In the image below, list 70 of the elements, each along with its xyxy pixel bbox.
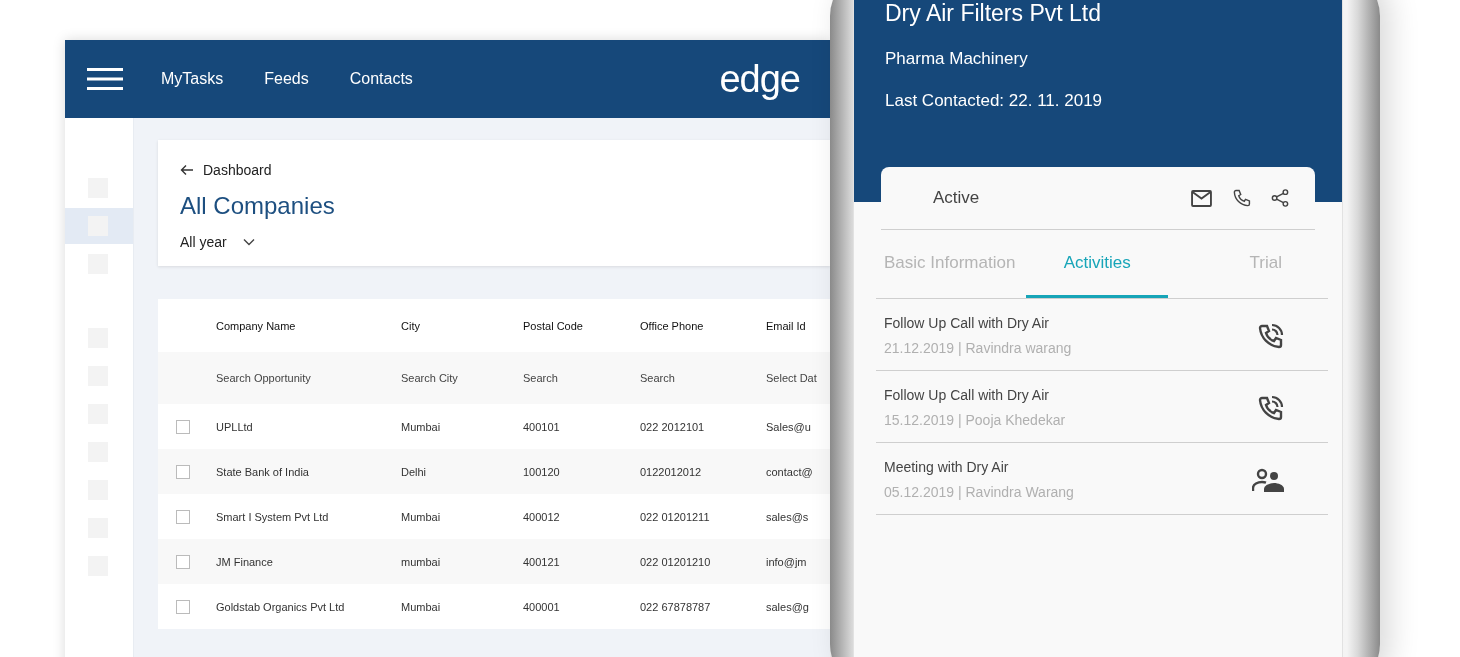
mail-icon[interactable] <box>1191 189 1212 207</box>
phone-icon[interactable] <box>1232 188 1251 208</box>
table-cell-text: JM Finance <box>216 555 274 568</box>
nav-link[interactable]: Contacts <box>349 70 413 88</box>
row-checkbox[interactable] <box>176 509 190 524</box>
back-arrow-icon[interactable] <box>180 164 194 176</box>
logo: edge <box>719 57 800 101</box>
column-header: City <box>401 319 421 332</box>
table-cell-text: 400001 <box>523 600 561 613</box>
table-cell-text: sales@g <box>766 600 810 613</box>
row-checkbox[interactable] <box>176 554 190 569</box>
table-cell-text: 0122012012 <box>640 465 703 478</box>
column-header: Postal Code <box>523 319 584 332</box>
chevron-down-icon <box>242 238 255 246</box>
activity-item[interactable]: Follow Up Call with Dry Air 15.12.2019 | Pooja Khedekar <box>876 371 1328 443</box>
filter-input[interactable]: Search <box>523 372 640 384</box>
table-cell-text: Smart I System Pvt Ltd <box>216 510 330 523</box>
filter-input[interactable]: Search Opportunity <box>216 372 401 384</box>
table-cell-text: Mumbai <box>401 600 442 613</box>
status-text: Active <box>933 188 980 208</box>
last-contacted-text: Last Contacted: 22. 11. 2019 <box>885 91 1104 111</box>
activity-item[interactable]: Meeting with Dry Air 05.12.2019 | Ravindra Warang <box>876 443 1328 515</box>
filter-input[interactable]: Select Dat <box>766 372 830 384</box>
activity-meta: 05.12.2019 | Ravindra Warang <box>884 484 1074 500</box>
filter-input[interactable]: Search City <box>401 372 523 384</box>
table-cell-text: sales@s <box>766 510 810 523</box>
activity-title: Follow Up Call with Dry Air <box>884 387 1050 403</box>
activity-item[interactable]: Follow Up Call with Dry Air 21.12.2019 | Ravindra warang <box>876 299 1328 371</box>
people-icon <box>1252 467 1284 492</box>
row-checkbox[interactable] <box>176 599 190 614</box>
sidebar-item[interactable] <box>65 208 133 244</box>
activity-title: Meeting with Dry Air <box>884 459 1010 475</box>
nav-link[interactable]: Feeds <box>264 70 309 88</box>
table-cell-text: info@jm <box>766 555 808 568</box>
column-header: Email Id <box>766 319 807 332</box>
table-cell-text: 400121 <box>523 555 561 568</box>
phone-call-icon <box>1258 394 1284 421</box>
row-checkbox[interactable] <box>176 464 190 479</box>
menu-icon[interactable] <box>87 67 123 91</box>
column-header: Office Phone <box>640 319 705 332</box>
table-cell-text: Sales@u <box>766 420 812 433</box>
back-link[interactable]: Dashboard <box>203 162 272 178</box>
table-cell-text: mumbai <box>401 555 442 568</box>
table-cell-text: Goldstab Organics Pvt Ltd <box>216 600 346 613</box>
phone-call-icon <box>1258 322 1284 349</box>
table-cell-text: State Bank of India <box>216 465 310 478</box>
period-dropdown[interactable]: All year <box>180 234 255 250</box>
share-icon[interactable] <box>1271 189 1289 207</box>
activity-title: Follow Up Call with Dry Air <box>884 315 1050 331</box>
company-name: Dry Air Filters Pvt Ltd <box>885 0 1102 27</box>
row-checkbox[interactable] <box>176 419 190 434</box>
table-cell-text: UPLLtd <box>216 420 254 433</box>
table-cell-text: 022 01201211 <box>640 510 711 523</box>
table-cell-text: 022 01201210 <box>640 555 712 568</box>
activity-meta: 15.12.2019 | Pooja Khedekar <box>884 412 1066 428</box>
table-cell-text: Delhi <box>401 465 428 478</box>
table-cell-text: Mumbai <box>401 510 442 523</box>
table-cell-text: 022 2012101 <box>640 420 706 433</box>
table-cell-text: 400101 <box>523 420 561 433</box>
column-header: Company Name <box>216 319 297 332</box>
activity-meta: 21.12.2019 | Ravindra warang <box>884 340 1072 356</box>
page-title: All Companies <box>180 192 336 220</box>
table-cell-text: Mumbai <box>401 420 442 433</box>
table-cell-text: 022 67878787 <box>640 600 712 613</box>
industry-text: Pharma Machinery <box>885 49 1029 69</box>
filter-input[interactable]: Search <box>640 372 766 384</box>
table-cell-text: contact@ <box>766 465 814 478</box>
table-cell-text: 400012 <box>523 510 561 523</box>
table-cell-text: 100120 <box>523 465 561 478</box>
nav-link[interactable]: MyTasks <box>161 70 224 88</box>
